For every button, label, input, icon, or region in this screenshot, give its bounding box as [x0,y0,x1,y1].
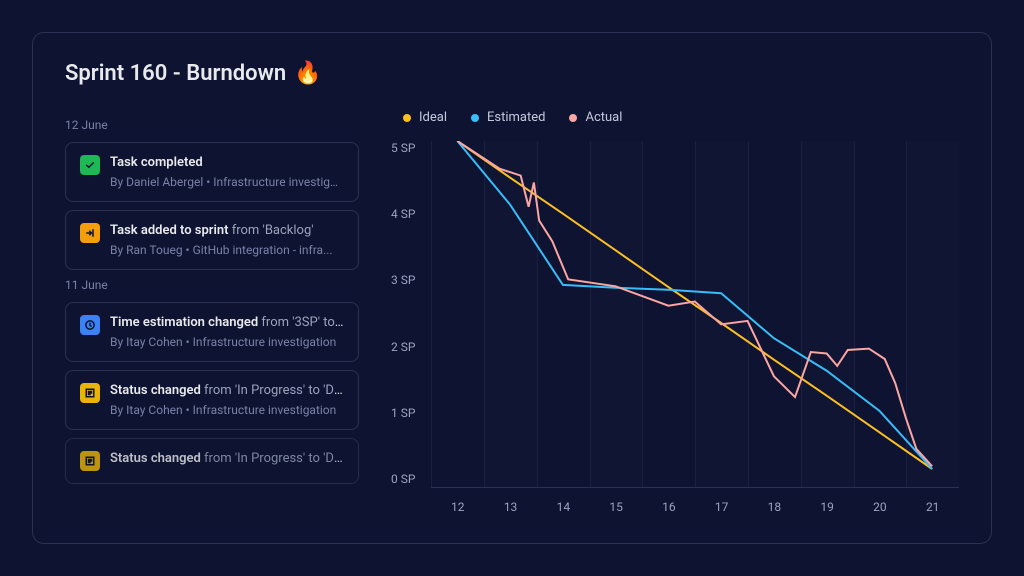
x-tick: 16 [642,500,695,514]
x-tick: 12 [431,500,484,514]
legend-dot-actual [569,114,577,122]
line-ideal [458,141,933,469]
activity-item[interactable]: Status changed from 'In Progress' to 'De… [65,370,359,430]
y-tick: 0 SP [391,472,415,486]
y-tick: 3 SP [391,273,415,287]
x-axis: 12 13 14 15 16 17 18 19 20 21 [431,488,959,514]
legend-dot-ideal [403,114,411,122]
legend-ideal: Ideal [403,110,447,125]
x-tick: 14 [537,500,590,514]
activity-subtitle: By Itay Cohen • Infrastructure investiga… [110,403,344,417]
x-tick: 13 [484,500,537,514]
chart: Ideal Estimated Actual 5 SP 4 SP 3 SP 2 … [391,110,959,514]
activity-feed[interactable]: 12 June Task completed By Daniel Abergel… [65,110,359,514]
x-tick: 19 [801,500,854,514]
activity-item[interactable]: Task completed By Daniel Abergel • Infra… [65,142,359,202]
page-title-text: Sprint 160 - Burndown [65,61,286,86]
date-label: 11 June [65,278,359,292]
check-icon [80,155,100,175]
chart-legend: Ideal Estimated Actual [391,110,959,125]
activity-subtitle: By Daniel Abergel • Infrastructure inves… [110,175,344,189]
y-tick: 4 SP [391,207,415,221]
x-tick: 15 [590,500,643,514]
list-icon [80,451,100,471]
legend-actual: Actual [569,110,622,125]
legend-dot-estimated [471,114,479,122]
x-tick: 21 [906,500,959,514]
activity-title: Task added to sprint from 'Backlog' [110,223,344,238]
activity-title: Status changed from 'In Progress' to 'De… [110,383,344,398]
activity-item[interactable]: Time estimation changed from '3SP' to '5… [65,302,359,362]
activity-item[interactable]: Task added to sprint from 'Backlog' By R… [65,210,359,270]
activity-item[interactable]: Status changed from 'In Progress' to 'De… [65,438,359,484]
page-title: Sprint 160 - Burndown 🔥 [65,61,959,86]
x-tick: 17 [695,500,748,514]
activity-title: Time estimation changed from '3SP' to '5… [110,315,344,330]
clock-icon [80,315,100,335]
x-tick: 20 [854,500,907,514]
date-label: 12 June [65,118,359,132]
arrow-in-icon [80,223,100,243]
y-tick: 1 SP [391,406,415,420]
y-tick: 5 SP [391,141,415,155]
chart-plot [431,141,959,488]
activity-subtitle: By Ran Toueg • GitHub integration - infr… [110,243,344,257]
x-tick: 18 [748,500,801,514]
legend-estimated: Estimated [471,110,545,125]
activity-title: Status changed from 'In Progress' to 'De… [110,451,344,466]
list-icon [80,383,100,403]
activity-title: Task completed [110,155,344,170]
fire-icon: 🔥 [294,61,321,86]
y-axis: 5 SP 4 SP 3 SP 2 SP 1 SP 0 SP [391,141,423,486]
chart-svg [431,141,959,487]
y-tick: 2 SP [391,340,415,354]
activity-subtitle: By Itay Cohen • Infrastructure investiga… [110,335,344,349]
